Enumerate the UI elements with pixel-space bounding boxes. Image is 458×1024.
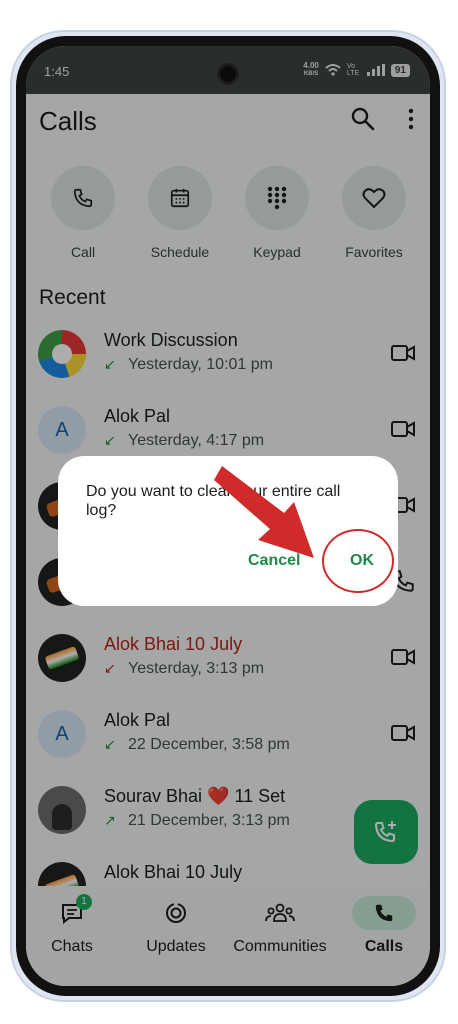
phone-screen: 1:45 4.00 KB/S Vo LTE 91 Calls Call Sche… bbox=[26, 46, 430, 986]
ok-highlight-circle bbox=[322, 529, 394, 593]
pointer-arrow-icon bbox=[214, 466, 314, 558]
